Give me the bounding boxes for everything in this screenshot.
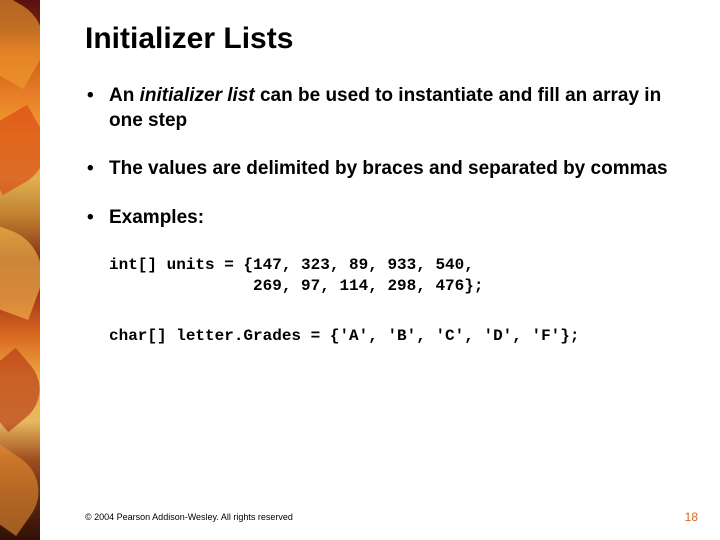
bullet-item: Examples: (85, 206, 690, 231)
bullet-text-pre: The values are delimited by braces and s… (109, 158, 668, 179)
leaf-decoration (0, 348, 40, 433)
code-example-2: char[] letter.Grades = {'A', 'B', 'C', '… (109, 326, 690, 348)
leaf-decoration (0, 105, 40, 195)
leaf-decoration (0, 220, 40, 320)
bullet-item: The values are delimited by braces and s… (85, 157, 690, 182)
bullet-text-em: initializer list (140, 85, 255, 106)
leaf-decoration (0, 0, 40, 89)
slide-title: Initializer Lists (85, 22, 690, 56)
code-example-1: int[] units = {147, 323, 89, 933, 540, 2… (109, 255, 690, 298)
bullet-text-pre: Examples: (109, 207, 204, 228)
page-number: 18 (685, 510, 698, 524)
bullet-list: An initializer list can be used to insta… (85, 84, 690, 231)
bullet-item: An initializer list can be used to insta… (85, 84, 690, 133)
decorative-left-strip (0, 0, 40, 540)
slide-content: Initializer Lists An initializer list ca… (85, 22, 690, 376)
copyright-footer: © 2004 Pearson Addison-Wesley. All right… (85, 512, 293, 522)
leaf-decoration (0, 444, 40, 536)
bullet-text-pre: An (109, 85, 140, 106)
